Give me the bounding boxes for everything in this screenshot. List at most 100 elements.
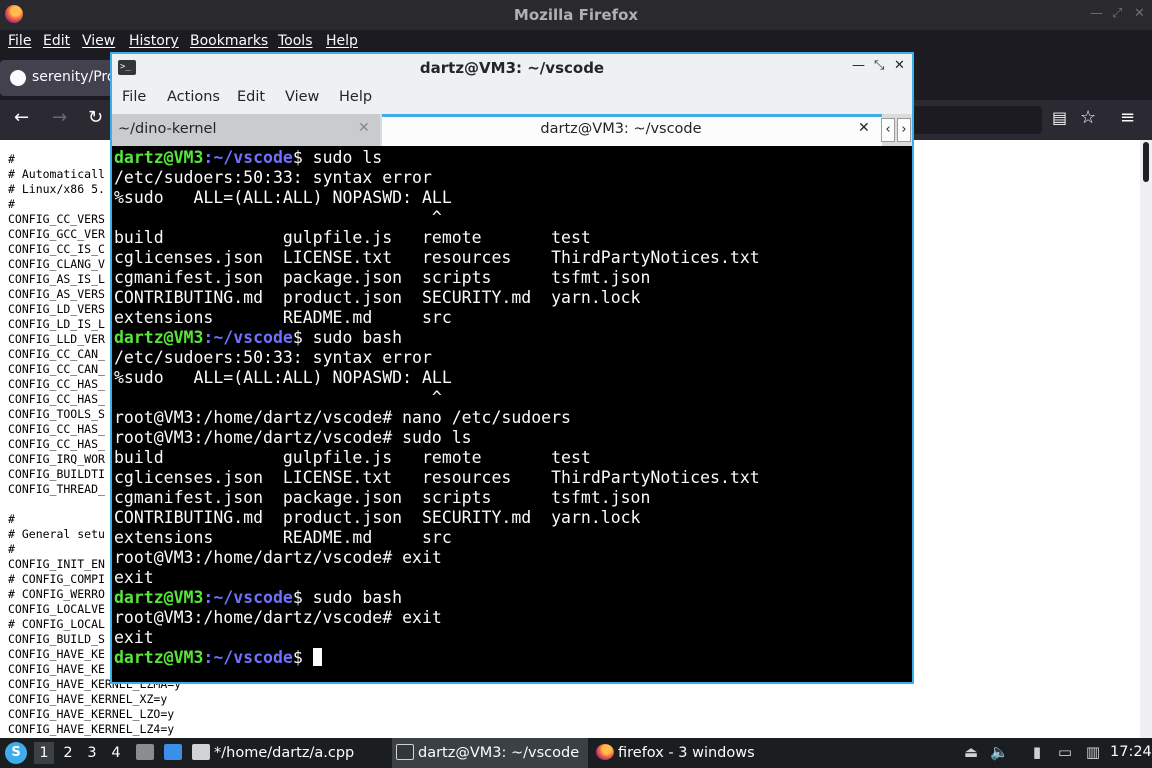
output-line: cgmanifest.json package.json scripts tsf… [114,488,651,507]
output-line: /etc/sudoers:50:33: syntax error [114,168,432,187]
task-label: dartz@VM3: ~/vscode [418,745,580,761]
prompt-path: :~/vscode [203,648,293,667]
terminal-output[interactable]: dartz@VM3:~/vscode$ sudo ls/etc/sudoers:… [112,146,912,682]
terminal-cursor [312,648,322,666]
output-line: /etc/sudoers:50:33: syntax error [114,348,432,367]
volume-icon[interactable]: 🔈 [990,743,1009,761]
output-line: cglicenses.json LICENSE.txt resources Th… [114,248,760,267]
reader-view-icon[interactable]: ▤ [1052,108,1067,128]
terminal-lines: dartz@VM3:~/vscode$ sudo ls/etc/sudoers:… [114,148,760,668]
konsole-menu-file[interactable]: File [122,89,146,105]
minimize-icon[interactable]: — [852,58,865,73]
konsole-menu-actions[interactable]: Actions [167,89,220,105]
firefox-menubar: File Edit View History Bookmarks Tools H… [0,30,1152,54]
output-line: extensions README.md src [114,528,452,547]
network-icon[interactable]: ▭ [1056,743,1074,761]
output-line: %sudo ALL=(ALL:ALL) NOPASWD: ALL [114,188,452,207]
menu-view[interactable]: View [82,33,115,49]
konsole-menu-view[interactable]: View [285,89,319,105]
konsole-menu-edit[interactable]: Edit [237,89,265,105]
prompt-line: dartz@VM3:~/vscode$ sudo bash [114,588,760,608]
output-line: root@VM3:/home/dartz/vscode# exit [114,608,442,627]
konsole-menu-help[interactable]: Help [339,89,372,105]
clipboard-icon[interactable]: ▮ [1028,743,1046,761]
output-line: exit [114,568,154,587]
desktop-3[interactable]: 3 [82,742,102,764]
terminal-icon [396,744,414,760]
tab-scroll-right-icon[interactable]: › [897,118,911,142]
prompt-user: dartz@VM3 [114,588,204,607]
output-line: exit [114,628,154,647]
prompt-user: dartz@VM3 [114,328,204,347]
prompt-line: dartz@VM3:~/vscode$ sudo ls [114,148,760,168]
desktop-2[interactable]: 2 [58,742,78,764]
tab-scroll-left-icon[interactable]: ‹ [881,118,895,142]
output-line: %sudo ALL=(ALL:ALL) NOPASWD: ALL [114,368,452,387]
bookmark-star-icon[interactable]: ☆ [1080,108,1096,128]
menu-history[interactable]: History [129,33,179,49]
close-icon[interactable]: ✕ [1134,6,1145,21]
command-text: $ sudo bash [292,588,403,607]
github-icon [10,70,26,86]
notifications-icon[interactable]: ▥ [1084,743,1102,761]
page-scrollbar[interactable] [1140,140,1152,738]
output-line: ^ [114,388,442,407]
tab-close-icon[interactable]: ✕ [858,120,870,136]
restore-icon[interactable]: ⤡ [874,58,884,73]
output-line: build gulpfile.js remote test [114,448,591,467]
desktop-4[interactable]: 4 [106,742,126,764]
output-line: build gulpfile.js remote test [114,228,591,247]
task-label: firefox - 3 windows [618,745,755,761]
prompt-line: dartz@VM3:~/vscode$ [114,648,760,668]
reload-icon[interactable]: ↻ [88,108,103,128]
firefox-titlebar: Mozilla Firefox — ⤢ ✕ [0,0,1152,30]
minimize-icon[interactable]: — [1090,6,1103,21]
maximize-icon[interactable]: ⤢ [1112,6,1122,21]
clock[interactable]: 17:24 [1110,744,1152,760]
text-editor-icon [192,744,210,760]
prompt-path: :~/vscode [203,588,293,607]
prompt-path: :~/vscode [203,148,293,167]
close-icon[interactable]: ✕ [894,58,905,73]
output-line: cglicenses.json LICENSE.txt resources Th… [114,468,760,487]
firefox-icon [596,744,614,760]
forward-icon[interactable]: → [52,108,67,128]
menu-bookmarks[interactable]: Bookmarks [190,33,268,49]
output-line: ^ [114,208,442,227]
konsole-tabbar: ~/dino-kernel ✕ dartz@VM3: ~/vscode ✕ ‹ … [112,114,912,146]
show-desktop-icon[interactable] [136,744,154,760]
tab-vscode[interactable]: dartz@VM3: ~/vscode ✕ [382,114,882,146]
firefox-window-title: Mozilla Firefox [513,6,639,24]
tab-dino-kernel[interactable]: ~/dino-kernel ✕ [112,114,380,146]
file-manager-icon[interactable] [164,744,182,760]
prompt-user: dartz@VM3 [114,148,204,167]
menu-edit[interactable]: Edit [43,33,70,49]
menu-help[interactable]: Help [326,33,358,49]
taskbar: S 1 2 3 4 */home/dartz/a.cpp dartz@VM3: … [0,738,1152,768]
command-text: $ [292,648,313,667]
command-text: $ sudo bash [292,328,403,347]
task-konsole[interactable]: dartz@VM3: ~/vscode [392,738,588,768]
eject-icon[interactable]: ⏏ [962,743,980,761]
page-scrollbar-thumb[interactable] [1143,142,1149,182]
task-label: */home/dartz/a.cpp [214,745,355,761]
output-line: root@VM3:/home/dartz/vscode# nano /etc/s… [114,408,571,427]
config-line: CONFIG_HAVE_KERNEL_LZ4=y [8,722,175,736]
task-firefox[interactable]: firefox - 3 windows [596,738,796,768]
url-bar[interactable] [912,106,1042,134]
task-text-editor[interactable]: */home/dartz/a.cpp [192,738,388,768]
menu-tools[interactable]: Tools [278,33,313,49]
output-line: root@VM3:/home/dartz/vscode# sudo ls [114,428,472,447]
tab-label: dartz@VM3: ~/vscode [540,121,702,137]
menu-file[interactable]: File [8,33,31,49]
tab-close-icon[interactable]: ✕ [358,120,370,136]
output-line: extensions README.md src [114,308,452,327]
konsole-window: >_ dartz@VM3: ~/vscode — ⤡ ✕ File Action… [110,52,914,684]
back-icon[interactable]: ← [14,108,29,128]
konsole-window-title: dartz@VM3: ~/vscode [419,59,605,77]
config-line: CONFIG_HAVE_KERNEL_LZO=y [8,707,175,721]
firefox-tab-title[interactable]: serenity/Pro [32,69,115,85]
application-launcher-icon[interactable]: S [5,742,27,764]
hamburger-menu-icon[interactable]: ≡ [1120,108,1135,128]
desktop-1[interactable]: 1 [34,742,54,764]
